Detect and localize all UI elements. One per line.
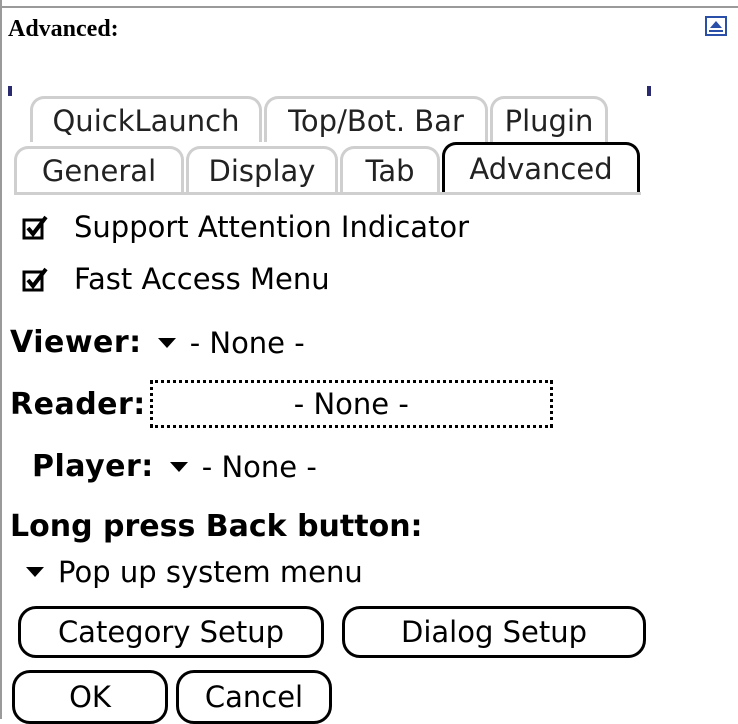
dialog-corner-mark [647, 86, 651, 96]
window-left-border [0, 0, 4, 719]
long-press-select[interactable]: Pop up system menu [58, 555, 363, 589]
reader-field[interactable]: - None - [149, 380, 553, 428]
button-label: Category Setup [57, 615, 285, 649]
tab-divider [14, 192, 641, 195]
support-attention-label: Support Attention Indicator [74, 210, 470, 244]
tab-top-bot-bar[interactable]: Top/Bot. Bar [264, 96, 488, 142]
player-label: Player: [32, 449, 154, 484]
reader-row: Reader: - None - [10, 380, 553, 428]
dropdown-triangle-icon[interactable] [26, 567, 44, 577]
support-attention-option[interactable]: Support Attention Indicator [22, 210, 469, 244]
tab-label: General [41, 153, 157, 188]
player-row: Player: - None - [32, 449, 317, 484]
tab-row-front: General Display Tab Advanced [14, 142, 642, 192]
viewer-select[interactable]: - None - [190, 326, 305, 360]
tab-general[interactable]: General [14, 146, 184, 192]
tab-row-back: QuickLaunch Top/Bot. Bar Plugin [14, 96, 610, 142]
ok-button[interactable]: OK [12, 670, 168, 724]
category-setup-button[interactable]: Category Setup [18, 606, 324, 658]
checkbox-checked-icon[interactable] [22, 266, 48, 292]
player-select[interactable]: - None - [202, 450, 317, 484]
tab-label: QuickLaunch [52, 103, 240, 138]
reader-label: Reader: [10, 386, 146, 422]
tab-label: Top/Bot. Bar [288, 103, 464, 138]
dropdown-triangle-icon[interactable] [157, 337, 176, 348]
tab-label: Advanced [469, 151, 613, 186]
dialog-setup-button[interactable]: Dialog Setup [342, 606, 646, 658]
cancel-button[interactable]: Cancel [176, 670, 332, 724]
viewer-row: Viewer: - None - [10, 325, 305, 360]
button-label: Cancel [204, 680, 304, 714]
page-title: Advanced: [8, 16, 119, 42]
checkbox-checked-icon[interactable] [22, 214, 48, 240]
tab-label: Tab [365, 153, 415, 188]
scroll-up-arrow-icon [709, 21, 723, 32]
window-top-border [0, 0, 738, 8]
tab-advanced[interactable]: Advanced [442, 142, 640, 192]
long-press-row: Pop up system menu [12, 555, 363, 589]
button-label: OK [69, 680, 111, 714]
tab-label: Plugin [504, 103, 594, 138]
long-press-label: Long press Back button: [10, 509, 423, 544]
fast-access-option[interactable]: Fast Access Menu [22, 262, 330, 296]
tab-display[interactable]: Display [186, 146, 338, 192]
tab-tab[interactable]: Tab [340, 146, 440, 192]
viewer-label: Viewer: [10, 325, 142, 360]
dropdown-triangle-icon[interactable] [169, 461, 188, 472]
tab-label: Display [208, 153, 316, 188]
scroll-up-button[interactable] [705, 16, 727, 36]
fast-access-label: Fast Access Menu [74, 262, 330, 296]
reader-value: - None - [293, 387, 409, 421]
tab-plugin[interactable]: Plugin [490, 96, 608, 142]
button-label: Dialog Setup [401, 615, 587, 649]
dialog-corner-mark [8, 86, 12, 96]
tab-quicklaunch[interactable]: QuickLaunch [30, 96, 262, 142]
